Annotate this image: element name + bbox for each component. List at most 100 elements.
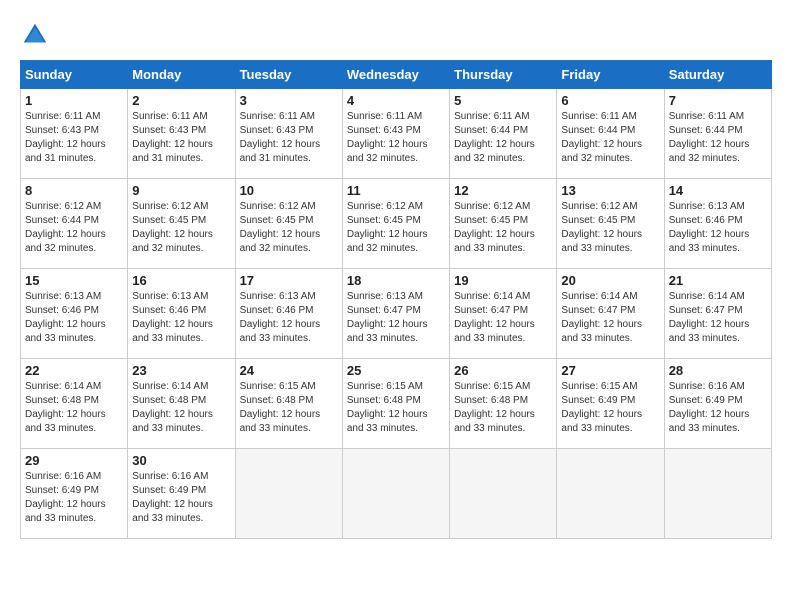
page-header	[20, 20, 772, 50]
day-number: 10	[240, 183, 338, 198]
day-number: 27	[561, 363, 659, 378]
weekday-header-thursday: Thursday	[450, 61, 557, 89]
calendar-day-cell: 19 Sunrise: 6:14 AMSunset: 6:47 PMDayligh…	[450, 269, 557, 359]
calendar-day-cell: 26 Sunrise: 6:15 AMSunset: 6:48 PMDayligh…	[450, 359, 557, 449]
calendar-day-cell: 23 Sunrise: 6:14 AMSunset: 6:48 PMDayligh…	[128, 359, 235, 449]
calendar-week-row: 22Sunrise: 6:14 AMSunset: 6:48 PMDayligh…	[21, 359, 772, 449]
calendar-day-cell: 22Sunrise: 6:14 AMSunset: 6:48 PMDayligh…	[21, 359, 128, 449]
calendar-day-cell: 5Sunrise: 6:11 AMSunset: 6:44 PMDaylight…	[450, 89, 557, 179]
day-info: Sunrise: 6:11 AMSunset: 6:43 PMDaylight:…	[347, 110, 445, 166]
calendar-day-cell: 11 Sunrise: 6:12 AMSunset: 6:45 PMDayligh…	[342, 179, 449, 269]
day-number: 7	[669, 93, 767, 108]
calendar-day-cell: 14 Sunrise: 6:13 AMSunset: 6:46 PMDayligh…	[664, 179, 771, 269]
day-number: 15	[25, 273, 123, 288]
day-info: Sunrise: 6:12 AMSunset: 6:44 PMDaylight:…	[25, 200, 123, 256]
weekday-header-sunday: Sunday	[21, 61, 128, 89]
day-info: Sunrise: 6:14 AMSunset: 6:48 PMDaylight:…	[25, 380, 123, 436]
day-info: Sunrise: 6:14 AMSunset: 6:47 PMDaylight:…	[561, 290, 659, 346]
day-info: Sunrise: 6:11 AMSunset: 6:44 PMDaylight:…	[669, 110, 767, 166]
day-info: Sunrise: 6:13 AMSunset: 6:47 PMDaylight:…	[347, 290, 445, 346]
calendar-day-cell: 13 Sunrise: 6:12 AMSunset: 6:45 PMDayligh…	[557, 179, 664, 269]
day-number: 9	[132, 183, 230, 198]
day-info: Sunrise: 6:12 AMSunset: 6:45 PMDaylight:…	[561, 200, 659, 256]
day-info: Sunrise: 6:13 AMSunset: 6:46 PMDaylight:…	[669, 200, 767, 256]
calendar-day-cell: 4 Sunrise: 6:11 AMSunset: 6:43 PMDaylight…	[342, 89, 449, 179]
day-number: 13	[561, 183, 659, 198]
calendar-day-cell: 29 Sunrise: 6:16 AMSunset: 6:49 PMDayligh…	[21, 449, 128, 539]
day-info: Sunrise: 6:14 AMSunset: 6:48 PMDaylight:…	[132, 380, 230, 436]
weekday-header-saturday: Saturday	[664, 61, 771, 89]
day-number: 5	[454, 93, 552, 108]
day-info: Sunrise: 6:13 AMSunset: 6:46 PMDaylight:…	[240, 290, 338, 346]
calendar-day-cell: 30 Sunrise: 6:16 AMSunset: 6:49 PMDayligh…	[128, 449, 235, 539]
day-info: Sunrise: 6:15 AMSunset: 6:48 PMDaylight:…	[240, 380, 338, 436]
day-info: Sunrise: 6:12 AMSunset: 6:45 PMDaylight:…	[347, 200, 445, 256]
day-number: 21	[669, 273, 767, 288]
day-info: Sunrise: 6:11 AMSunset: 6:43 PMDaylight:…	[132, 110, 230, 166]
day-number: 6	[561, 93, 659, 108]
calendar-day-cell: 17 Sunrise: 6:13 AMSunset: 6:46 PMDayligh…	[235, 269, 342, 359]
calendar-day-cell: 9Sunrise: 6:12 AMSunset: 6:45 PMDaylight…	[128, 179, 235, 269]
day-number: 12	[454, 183, 552, 198]
day-number: 26	[454, 363, 552, 378]
calendar-day-cell: 25 Sunrise: 6:15 AMSunset: 6:48 PMDayligh…	[342, 359, 449, 449]
day-info: Sunrise: 6:12 AMSunset: 6:45 PMDaylight:…	[240, 200, 338, 256]
day-number: 1	[25, 93, 123, 108]
logo-icon	[20, 20, 50, 50]
day-info: Sunrise: 6:16 AMSunset: 6:49 PMDaylight:…	[669, 380, 767, 436]
calendar-week-row: 8 Sunrise: 6:12 AMSunset: 6:44 PMDaylight…	[21, 179, 772, 269]
day-number: 19	[454, 273, 552, 288]
calendar-day-cell	[342, 449, 449, 539]
calendar-week-row: 15 Sunrise: 6:13 AMSunset: 6:46 PMDayligh…	[21, 269, 772, 359]
weekday-header-monday: Monday	[128, 61, 235, 89]
calendar-day-cell: 10 Sunrise: 6:12 AMSunset: 6:45 PMDayligh…	[235, 179, 342, 269]
calendar-week-row: 1 Sunrise: 6:11 AMSunset: 6:43 PMDaylight…	[21, 89, 772, 179]
day-info: Sunrise: 6:15 AMSunset: 6:49 PMDaylight:…	[561, 380, 659, 436]
day-number: 14	[669, 183, 767, 198]
day-number: 20	[561, 273, 659, 288]
calendar-table: SundayMondayTuesdayWednesdayThursdayFrid…	[20, 60, 772, 539]
day-number: 28	[669, 363, 767, 378]
day-info: Sunrise: 6:13 AMSunset: 6:46 PMDaylight:…	[132, 290, 230, 346]
day-info: Sunrise: 6:15 AMSunset: 6:48 PMDaylight:…	[347, 380, 445, 436]
logo	[20, 20, 54, 50]
day-info: Sunrise: 6:15 AMSunset: 6:48 PMDaylight:…	[454, 380, 552, 436]
day-info: Sunrise: 6:16 AMSunset: 6:49 PMDaylight:…	[132, 470, 230, 526]
day-info: Sunrise: 6:11 AMSunset: 6:43 PMDaylight:…	[240, 110, 338, 166]
day-number: 11	[347, 183, 445, 198]
day-number: 8	[25, 183, 123, 198]
day-number: 4	[347, 93, 445, 108]
calendar-day-cell: 20 Sunrise: 6:14 AMSunset: 6:47 PMDayligh…	[557, 269, 664, 359]
day-number: 17	[240, 273, 338, 288]
calendar-day-cell: 7 Sunrise: 6:11 AMSunset: 6:44 PMDaylight…	[664, 89, 771, 179]
calendar-day-cell: 16 Sunrise: 6:13 AMSunset: 6:46 PMDayligh…	[128, 269, 235, 359]
calendar-day-cell	[664, 449, 771, 539]
calendar-day-cell: 21Sunrise: 6:14 AMSunset: 6:47 PMDayligh…	[664, 269, 771, 359]
day-number: 2	[132, 93, 230, 108]
day-info: Sunrise: 6:11 AMSunset: 6:43 PMDaylight:…	[25, 110, 123, 166]
day-number: 23	[132, 363, 230, 378]
calendar-week-row: 29 Sunrise: 6:16 AMSunset: 6:49 PMDayligh…	[21, 449, 772, 539]
day-number: 25	[347, 363, 445, 378]
day-number: 30	[132, 453, 230, 468]
calendar-day-cell: 27 Sunrise: 6:15 AMSunset: 6:49 PMDayligh…	[557, 359, 664, 449]
day-number: 18	[347, 273, 445, 288]
day-info: Sunrise: 6:16 AMSunset: 6:49 PMDaylight:…	[25, 470, 123, 526]
day-number: 16	[132, 273, 230, 288]
calendar-day-cell: 15 Sunrise: 6:13 AMSunset: 6:46 PMDayligh…	[21, 269, 128, 359]
day-info: Sunrise: 6:13 AMSunset: 6:46 PMDaylight:…	[25, 290, 123, 346]
day-info: Sunrise: 6:12 AMSunset: 6:45 PMDaylight:…	[454, 200, 552, 256]
calendar-day-cell: 18 Sunrise: 6:13 AMSunset: 6:47 PMDayligh…	[342, 269, 449, 359]
calendar-day-cell: 3 Sunrise: 6:11 AMSunset: 6:43 PMDaylight…	[235, 89, 342, 179]
calendar-day-cell: 6 Sunrise: 6:11 AMSunset: 6:44 PMDaylight…	[557, 89, 664, 179]
day-info: Sunrise: 6:11 AMSunset: 6:44 PMDaylight:…	[561, 110, 659, 166]
weekday-header-friday: Friday	[557, 61, 664, 89]
calendar-day-cell	[450, 449, 557, 539]
day-info: Sunrise: 6:14 AMSunset: 6:47 PMDaylight:…	[454, 290, 552, 346]
day-number: 29	[25, 453, 123, 468]
day-number: 3	[240, 93, 338, 108]
weekday-header-tuesday: Tuesday	[235, 61, 342, 89]
weekday-header-wednesday: Wednesday	[342, 61, 449, 89]
weekday-header-row: SundayMondayTuesdayWednesdayThursdayFrid…	[21, 61, 772, 89]
day-number: 24	[240, 363, 338, 378]
